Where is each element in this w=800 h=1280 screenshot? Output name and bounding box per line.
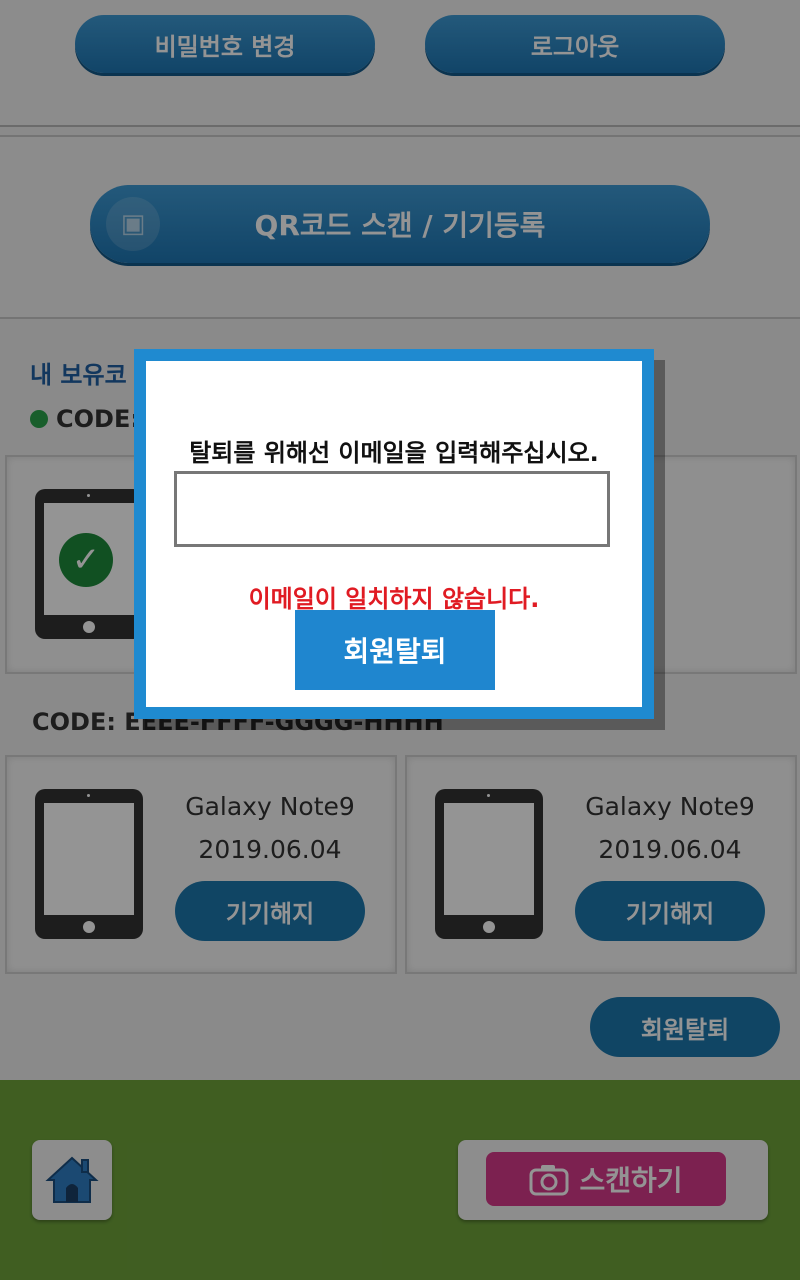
withdraw-dialog: 탈퇴를 위해선 이메일을 입력해주십시오. 이메일이 일치하지 않습니다. 회원… [134,349,654,719]
confirm-withdraw-button[interactable]: 회원탈퇴 [295,610,495,690]
dialog-title: 탈퇴를 위해선 이메일을 입력해주십시오. [189,439,599,467]
email-input[interactable] [174,471,610,547]
error-message: 이메일이 일치하지 않습니다. [248,585,540,613]
dialog-body: 탈퇴를 위해선 이메일을 입력해주십시오. 이메일이 일치하지 않습니다. 회원… [146,361,642,707]
